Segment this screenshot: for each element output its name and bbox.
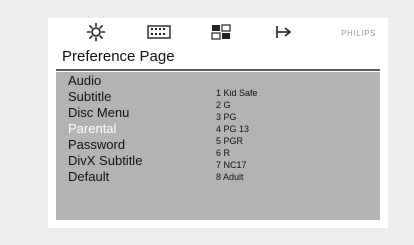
menu-item-disc-menu[interactable]: Disc Menu	[68, 105, 142, 121]
option-item[interactable]: 1 Kid Safe	[216, 87, 258, 99]
option-item[interactable]: 2 G	[216, 99, 258, 111]
menu-item-parental[interactable]: Parental	[68, 121, 142, 137]
audio-setup-icon[interactable]	[146, 22, 172, 42]
title-divider	[56, 69, 380, 71]
page-title: Preference Page	[62, 48, 175, 65]
option-item[interactable]: 4 PG 13	[216, 123, 258, 135]
page-title-bar: Preference Page	[56, 46, 380, 68]
video-setup-icon[interactable]	[208, 22, 234, 42]
option-item[interactable]: 6 R	[216, 147, 258, 159]
brand-logo: PHILIPS	[341, 29, 376, 38]
preference-menu: Audio Subtitle Disc Menu Parental Passwo…	[68, 73, 142, 185]
menu-item-audio[interactable]: Audio	[68, 73, 142, 89]
setup-screen: PHILIPS Preference Page Audio Subtitle D…	[48, 18, 388, 228]
option-item[interactable]: 7 NC17	[216, 159, 258, 171]
preference-setup-icon[interactable]	[271, 22, 297, 42]
menu-item-subtitle[interactable]: Subtitle	[68, 89, 142, 105]
menu-item-default[interactable]: Default	[68, 169, 142, 185]
setup-toolbar: PHILIPS	[48, 18, 388, 44]
parental-options-list: 1 Kid Safe 2 G 3 PG 4 PG 13 5 PGR 6 R 7 …	[216, 87, 258, 183]
menu-item-divx-subtitle[interactable]: DivX Subtitle	[68, 153, 142, 169]
option-item[interactable]: 8 Adult	[216, 171, 258, 183]
option-item[interactable]: 5 PGR	[216, 135, 258, 147]
general-setup-icon[interactable]	[83, 22, 109, 42]
option-item[interactable]: 3 PG	[216, 111, 258, 123]
preference-panel: Audio Subtitle Disc Menu Parental Passwo…	[56, 72, 380, 220]
menu-item-password[interactable]: Password	[68, 137, 142, 153]
